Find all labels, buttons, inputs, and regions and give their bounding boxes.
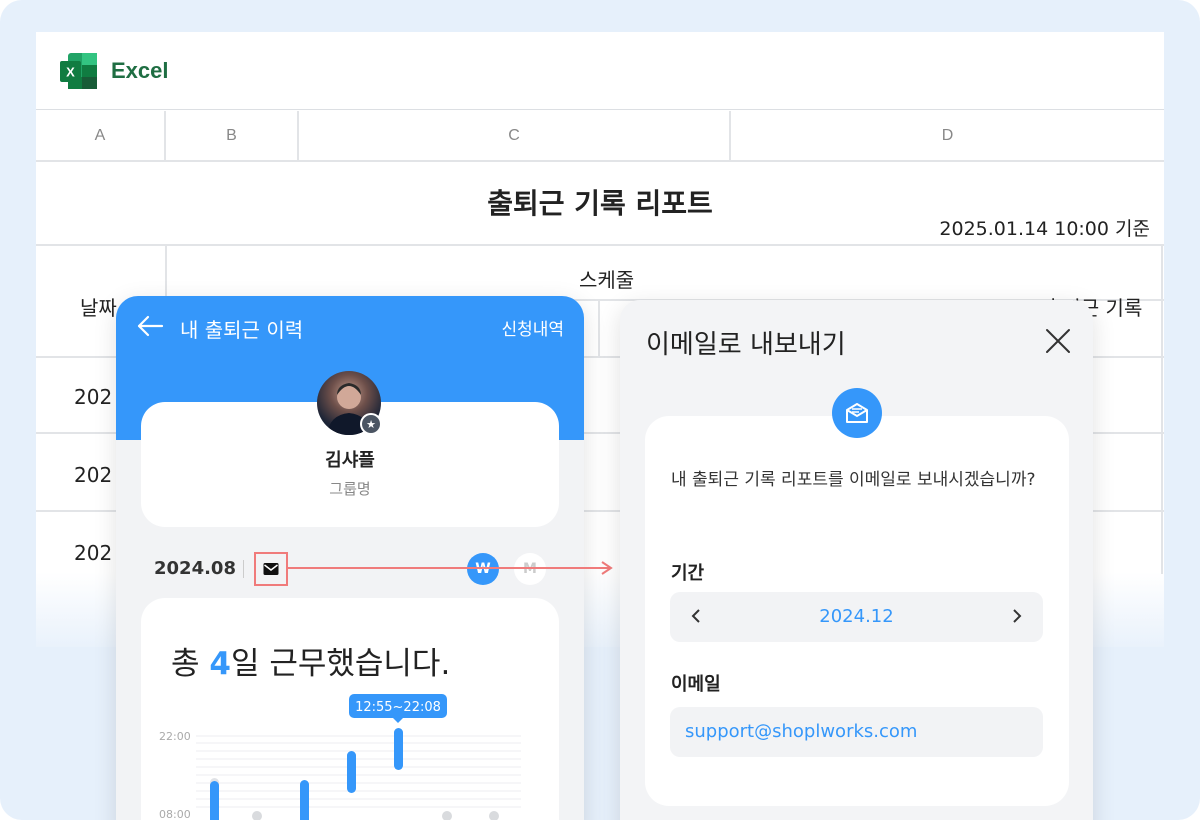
dialog-card: 내 출퇴근 기록 리포트를 이메일로 보내시겠습니까? 기간 2024.12 이… xyxy=(645,416,1069,806)
email-export-button[interactable] xyxy=(254,552,288,586)
email-value: support@shoplworks.com xyxy=(685,721,918,742)
grid-line xyxy=(598,299,600,357)
email-label: 이메일 xyxy=(671,674,721,695)
open-mail-icon xyxy=(846,403,868,423)
y-tick-label: 08:00 xyxy=(159,808,191,820)
dialog-mail-badge xyxy=(832,388,882,438)
excel-app-name: Excel xyxy=(111,58,169,83)
chart-bars xyxy=(210,728,499,820)
column-header-a[interactable]: A xyxy=(36,111,166,162)
chevron-right-icon[interactable] xyxy=(1005,604,1029,628)
column-header-c[interactable]: C xyxy=(299,111,731,162)
svg-text:X: X xyxy=(66,65,75,80)
summary-suffix: 일 근무했습니다. xyxy=(230,646,451,682)
chart-bar[interactable] xyxy=(347,751,356,793)
excel-titlebar: X Excel xyxy=(36,32,1164,110)
period-value: 2024.12 xyxy=(819,606,894,627)
email-export-dialog: 이메일로 내보내기 내 출퇴근 기록 리포트를 이메일로 보내시겠습니까? 기간… xyxy=(620,300,1093,820)
star-badge-icon: ★ xyxy=(360,413,382,435)
period-selector[interactable]: 2024.12 xyxy=(670,592,1043,642)
header-date: 날짜 xyxy=(80,296,117,320)
background: X Excel A B C D 출퇴근 기록 리포트 2025.01.14 10… xyxy=(0,0,1200,820)
divider xyxy=(243,560,244,578)
summary-prefix: 총 xyxy=(171,646,210,682)
chart-empty-dot xyxy=(489,811,499,820)
column-header-b[interactable]: B xyxy=(166,111,299,162)
table-cell[interactable]: 202 xyxy=(74,541,112,565)
table-cell[interactable]: 202 xyxy=(74,463,112,487)
email-field[interactable]: support@shoplworks.com xyxy=(670,707,1043,757)
chart-empty-dot xyxy=(252,811,262,820)
profile-name: 김샤플 xyxy=(325,450,375,471)
column-header-d[interactable]: D xyxy=(731,111,1164,162)
tooltip-text: 12:55~22:08 xyxy=(355,700,441,715)
attendance-history-screen: 내 출퇴근 이력 신청내역 ★ 김샤플 그룹명 2024.08 W M 총 4일… xyxy=(116,296,584,820)
screen-title: 내 출퇴근 이력 xyxy=(180,318,304,342)
chart-bar[interactable] xyxy=(394,728,403,770)
chart-bar[interactable] xyxy=(300,780,309,820)
summary-days: 4 xyxy=(209,646,231,682)
grid-line xyxy=(1161,244,1163,574)
chart-bar[interactable] xyxy=(210,781,219,820)
back-arrow-icon[interactable] xyxy=(136,314,164,338)
profile-group: 그룹명 xyxy=(329,480,371,498)
report-date: 2025.01.14 10:00 기준 xyxy=(939,218,1150,240)
dialog-title: 이메일로 내보내기 xyxy=(646,330,846,360)
mail-icon xyxy=(263,563,279,575)
chart-empty-dot xyxy=(442,811,452,820)
y-tick-label: 22:00 xyxy=(159,730,191,743)
chart-grid xyxy=(196,735,521,808)
table-cell[interactable]: 202 xyxy=(74,385,112,409)
request-history-link[interactable]: 신청내역 xyxy=(501,315,564,340)
dialog-message: 내 출퇴근 기록 리포트를 이메일로 보내시겠습니까? xyxy=(671,470,1036,490)
work-hours-chart: 22:00 08:00 12:55~22:08 xyxy=(159,694,521,820)
close-icon[interactable] xyxy=(1045,328,1071,354)
chart-tooltip: 12:55~22:08 xyxy=(349,694,447,723)
connector-arrow xyxy=(288,561,613,575)
header-schedule: 스케줄 xyxy=(579,268,635,292)
grid-line xyxy=(36,244,1164,246)
work-summary: 총 4일 근무했습니다. xyxy=(171,638,450,683)
period-label: 기간 xyxy=(671,563,705,584)
excel-logo-icon: X xyxy=(60,53,97,89)
month-label: 2024.08 xyxy=(154,558,236,579)
